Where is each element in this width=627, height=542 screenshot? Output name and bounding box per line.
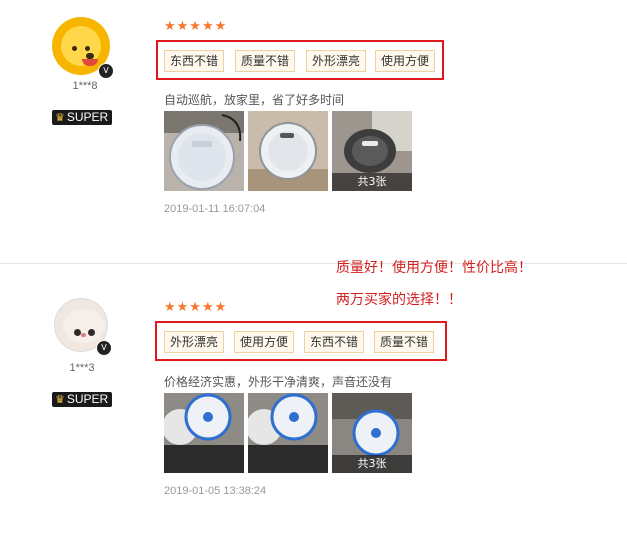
- review-date: 2019-01-05 13:38:24: [164, 485, 267, 497]
- review-photo[interactable]: [164, 111, 244, 191]
- review-tag[interactable]: 质量不错: [235, 50, 296, 72]
- star-rating: ★★★★★: [164, 300, 228, 315]
- review-photo[interactable]: 共3张: [332, 393, 412, 473]
- username: 1***8: [72, 80, 98, 92]
- review-tag[interactable]: 质量不错: [374, 331, 435, 353]
- review-comment: 价格经济实惠，外形干净清爽，声音还没有: [164, 375, 393, 389]
- super-badge-label: SUPER: [66, 392, 109, 406]
- robot-vacuum-photo: [248, 111, 328, 191]
- review-tag[interactable]: 使用方便: [375, 50, 436, 72]
- crown-icon: ♛: [55, 112, 65, 124]
- tag-highlight-box: 东西不错 质量不错 外形漂亮 使用方便: [156, 40, 444, 80]
- review-comment: 自动巡航，放家里，省了好多时间: [164, 93, 345, 107]
- robot-vacuum-photo: [248, 393, 328, 473]
- photo-count: 共3张: [332, 173, 412, 191]
- v-badge-icon: V: [96, 340, 112, 356]
- super-badge-label: SUPER: [66, 110, 109, 124]
- user-avatar[interactable]: V: [54, 298, 112, 356]
- review-divider: [0, 263, 627, 264]
- v-badge-icon: V: [98, 63, 114, 79]
- user-avatar[interactable]: V: [52, 17, 114, 79]
- review-photo[interactable]: [248, 111, 328, 191]
- review-tag[interactable]: 外形漂亮: [306, 50, 367, 72]
- promo-annotation-line-2: 两万买家的选择！！: [336, 292, 462, 308]
- promo-annotation-line-1: 质量好！使用方便！性价比高！: [336, 260, 532, 276]
- review-photo[interactable]: 共3张: [332, 111, 412, 191]
- crown-icon: ♛: [55, 394, 65, 406]
- photo-count: 共3张: [332, 455, 412, 473]
- super-badge: ♛ SUPER: [52, 110, 113, 125]
- review-date: 2019-01-11 16:07:04: [164, 203, 266, 215]
- super-badge: ♛ SUPER: [52, 392, 113, 407]
- review-tag[interactable]: 东西不错: [304, 331, 365, 353]
- robot-vacuum-photo: [164, 393, 244, 473]
- robot-vacuum-photo: [164, 111, 244, 191]
- review-tag[interactable]: 使用方便: [234, 331, 295, 353]
- username: 1***3: [69, 362, 95, 374]
- star-rating: ★★★★★: [164, 19, 228, 34]
- review-tag[interactable]: 东西不错: [164, 50, 225, 72]
- review-photo[interactable]: [164, 393, 244, 473]
- review-photo[interactable]: [248, 393, 328, 473]
- tag-highlight-box: 外形漂亮 使用方便 东西不错 质量不错: [155, 321, 447, 361]
- review-tag[interactable]: 外形漂亮: [164, 331, 225, 353]
